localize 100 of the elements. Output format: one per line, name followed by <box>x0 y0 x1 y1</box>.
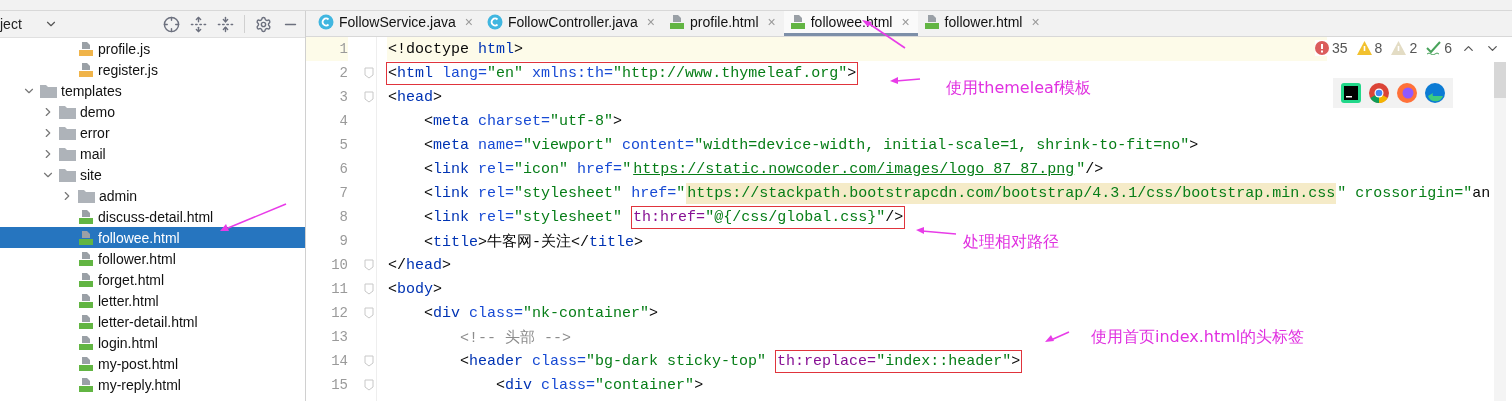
tab-label: FollowService.java <box>339 14 456 30</box>
collapse-all-icon[interactable] <box>217 15 234 33</box>
tab-label: FollowController.java <box>507 14 638 30</box>
code-text: <div class="container"> <box>495 375 705 396</box>
class-file-icon <box>318 14 334 30</box>
inspection-count[interactable]: 8 <box>1374 40 1383 56</box>
line-number: 6 <box>338 160 348 179</box>
editor-tab[interactable]: profile.html × <box>663 11 784 36</box>
tree-item[interactable]: followee.html <box>0 227 305 248</box>
line-number: 7 <box>338 184 348 203</box>
line-number: 8 <box>338 208 348 227</box>
annotation-arrow <box>916 224 958 238</box>
folder-icon <box>59 146 76 161</box>
tab-label: profile.html <box>690 14 759 30</box>
project-view-selector[interactable]: ject <box>0 16 22 32</box>
code-text: <!doctype html> <box>387 39 525 60</box>
tree-item[interactable]: letter-detail.html <box>0 311 305 332</box>
editor-tab[interactable]: followee.html × <box>783 11 918 36</box>
editor-tab[interactable]: FollowService.java × <box>312 11 481 36</box>
highlighted-code: https://stackpath.bootstrapcdn.com/bootstrap/4.3.1/css/bootstrap.min.css <box>686 182 1337 204</box>
code-text: <meta charset="utf-8"> <box>423 111 624 132</box>
code-text: <link rel="icon" href=" <box>423 159 633 180</box>
firefox-browser-icon[interactable] <box>1397 83 1417 103</box>
line-number: 10 <box>330 256 348 275</box>
tree-item[interactable]: admin <box>0 185 305 206</box>
inspection-count[interactable]: 35 <box>1332 40 1348 56</box>
annotation-arrow <box>1045 330 1071 344</box>
code-link[interactable]: https://static.nowcoder.com/images/logo_87_87.png <box>632 158 1076 180</box>
tree-item[interactable]: my-reply.html <box>0 374 305 395</box>
line-number: 12 <box>330 304 348 323</box>
tree-item[interactable]: demo <box>0 101 305 122</box>
code-text: <body> <box>387 279 444 300</box>
tab-label: followee.html <box>810 14 893 30</box>
code-text: th:replace="index::header"> <box>776 350 1022 372</box>
annotation-note: 使用themeleaf模板 <box>946 78 1092 99</box>
tree-item[interactable]: site <box>0 164 305 185</box>
tree-item[interactable]: error <box>0 122 305 143</box>
line-number: 5 <box>338 136 348 155</box>
markup-file-icon <box>78 355 94 372</box>
code-text: " crossorigin="an <box>1336 183 1492 204</box>
locate-icon[interactable] <box>163 15 180 33</box>
expand-all-icon[interactable] <box>190 15 207 33</box>
tree-item[interactable]: register.js <box>0 59 305 80</box>
code-text: <meta name="viewport" content="width=device-width, initial-scale=1, shrink-to-fit=no"> <box>423 135 1200 156</box>
markup-file-icon <box>78 334 94 351</box>
code-text: "/> <box>1075 159 1105 180</box>
code-text: <header class="bg-dark sticky-top" <box>459 351 768 372</box>
tree-item[interactable]: login.html <box>0 332 305 353</box>
code-text: <div class="nk-container"> <box>423 303 660 324</box>
tree-item[interactable]: follower.html <box>0 248 305 269</box>
tree-item[interactable]: my-post.html <box>0 353 305 374</box>
settings-icon[interactable] <box>255 15 272 33</box>
tree-item[interactable]: discuss-detail.html <box>0 206 305 227</box>
markup-file-icon <box>78 208 94 225</box>
markup-file-icon <box>78 250 94 267</box>
tree-item[interactable]: mail <box>0 143 305 164</box>
code-text: th:href="@{/css/global.css}"/> <box>632 206 905 228</box>
chrome-browser-icon[interactable] <box>1369 83 1389 103</box>
inspection-count[interactable]: 2 <box>1409 40 1418 56</box>
line-number: 11 <box>330 280 348 299</box>
markup-file-icon <box>78 229 94 246</box>
line-number: 13 <box>330 328 348 347</box>
markup-file-icon <box>78 292 94 309</box>
annotation-note: 使用首页index.html的头标签 <box>1091 327 1305 348</box>
line-number: 2 <box>338 64 348 83</box>
markup-file-icon <box>78 271 94 288</box>
annotation-arrow <box>890 74 922 86</box>
tree-item[interactable]: profile.js <box>0 38 305 59</box>
code-text: </head> <box>387 255 453 276</box>
tree-item[interactable]: templates <box>0 80 305 101</box>
folder-icon <box>59 104 76 119</box>
edge-browser-icon[interactable] <box>1425 83 1445 103</box>
code-text: <head> <box>387 87 444 108</box>
code-text: <title>牛客网-关注</title> <box>423 232 645 253</box>
inspection-count[interactable]: 6 <box>1444 40 1452 56</box>
markup-file-icon <box>78 313 94 330</box>
line-number: 1 <box>306 37 348 61</box>
editor-tab[interactable]: FollowController.java × <box>480 11 664 36</box>
folder-icon <box>78 188 95 203</box>
folder-icon <box>59 125 76 140</box>
annotation-arrow <box>220 202 288 234</box>
ide-logo-icon[interactable] <box>1341 83 1361 103</box>
script-file-icon <box>78 61 94 78</box>
code-text: <html lang="en" xmlns:th="http://www.thymeleaf.org"> <box>387 62 858 84</box>
code-text: <!-- 头部 --> <box>459 328 573 349</box>
code-text: <link rel="stylesheet" <box>423 207 624 228</box>
tree-item[interactable]: letter.html <box>0 290 305 311</box>
markup-file-icon <box>78 376 94 393</box>
tab-label: follower.html <box>944 14 1023 30</box>
folder-icon <box>59 167 76 182</box>
scrollbar[interactable] <box>1494 62 1506 401</box>
class-file-icon <box>486 14 503 30</box>
editor-tab[interactable]: follower.html × <box>917 11 1048 36</box>
line-number: 3 <box>338 88 348 107</box>
markup-file-icon <box>923 14 940 30</box>
annotation-note: 处理相对路径 <box>963 232 1059 253</box>
line-number: 4 <box>338 112 348 131</box>
code-text: <link rel="stylesheet" href=" <box>423 183 687 204</box>
tree-item[interactable]: forget.html <box>0 269 305 290</box>
markup-file-icon <box>669 14 686 30</box>
